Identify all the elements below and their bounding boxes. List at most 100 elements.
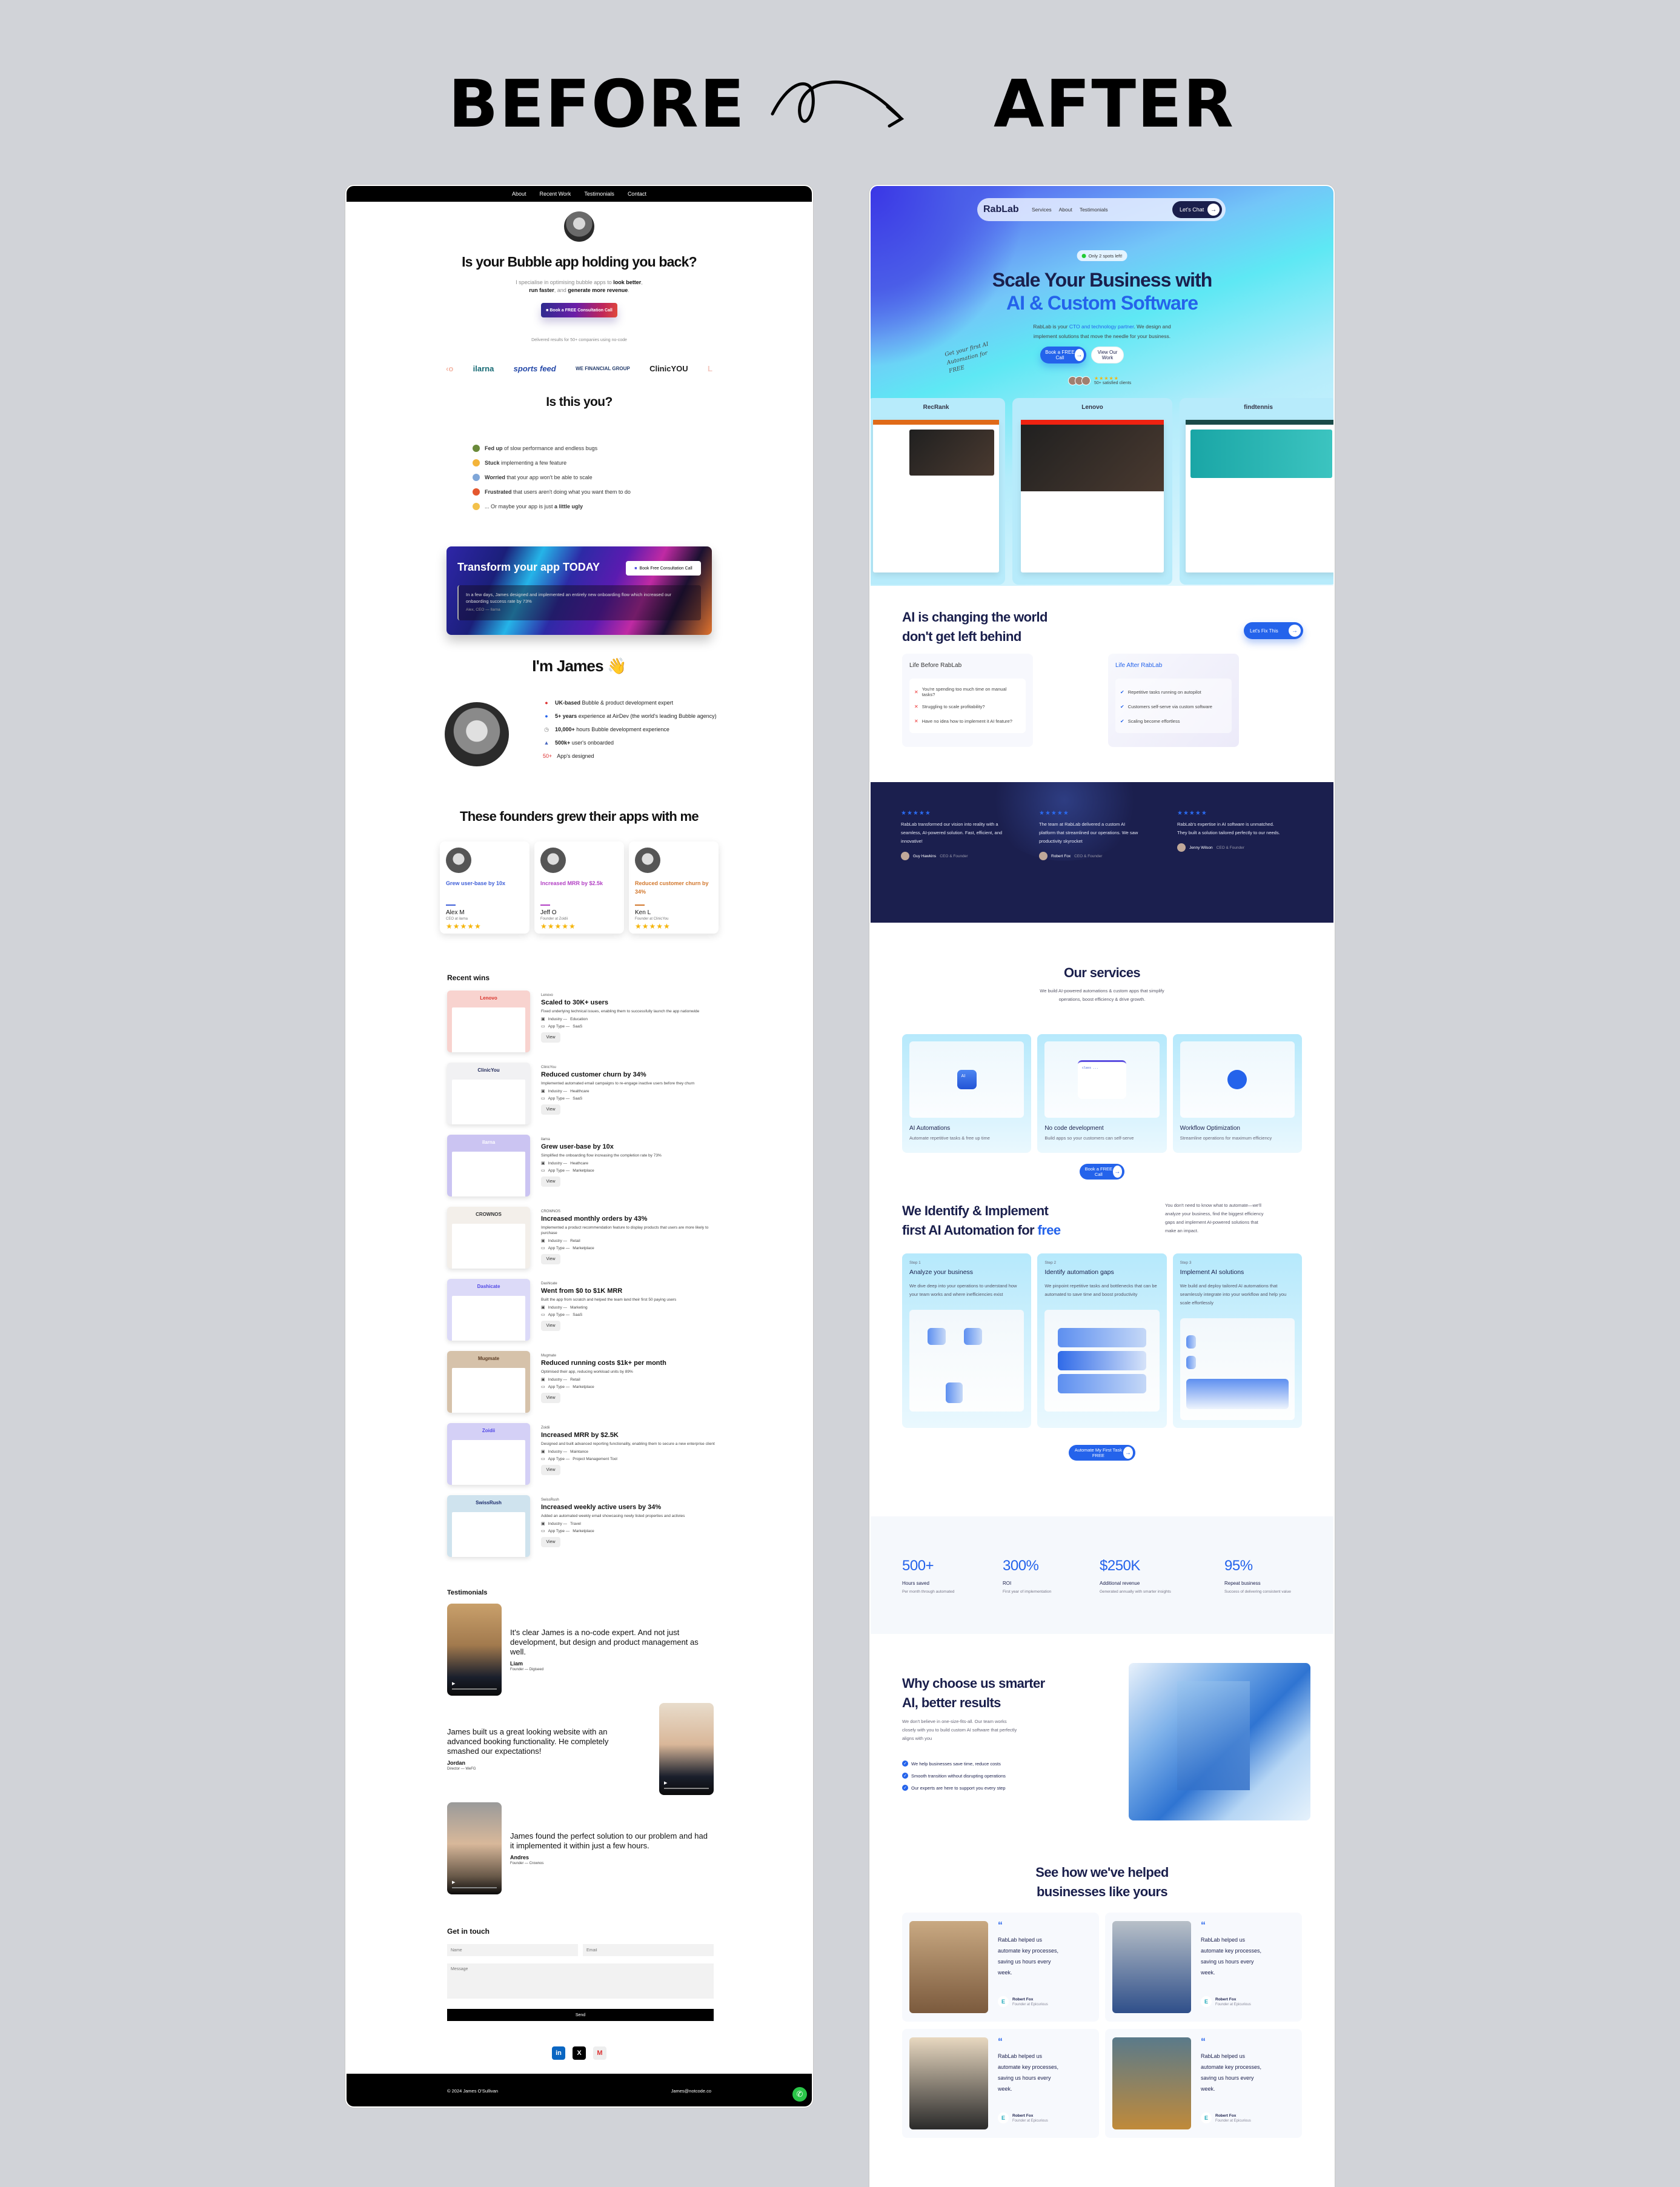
showcase-card: RecRank xyxy=(871,398,1005,585)
testimonial-quote: It's clear James is a no-code expert. An… xyxy=(510,1628,699,1656)
founder-cards: Grew user-base by 10x Alex M CEO at ilar… xyxy=(440,841,719,934)
video-progress-bar[interactable] xyxy=(452,1688,497,1690)
footer-email-link[interactable]: James@notcode.co xyxy=(671,2088,711,2094)
testimonial-role: Founder — Crownos xyxy=(510,1862,544,1865)
nav-recent-work[interactable]: Recent Work xyxy=(540,191,571,197)
founder-avatar xyxy=(635,848,660,873)
fact-item: ◷ 10,000+ hours Bubble development experi… xyxy=(543,723,717,736)
win-company: CROWNOS xyxy=(541,1210,560,1213)
pain-point: ✕ You're spending too much time on manual… xyxy=(914,686,1007,697)
handwritten-note: Get your first AI Automation for FREE xyxy=(944,341,989,375)
view-button[interactable]: View xyxy=(541,1104,560,1115)
nav-contact[interactable]: Contact xyxy=(628,191,646,197)
video-progress-bar[interactable] xyxy=(664,1788,709,1789)
linkedin-icon[interactable]: in xyxy=(552,2046,565,2060)
email-field[interactable] xyxy=(583,1944,714,1956)
view-our-work-button[interactable]: View Our Work xyxy=(1091,347,1124,363)
win-title: Went from $0 to $1K MRR xyxy=(541,1287,623,1295)
stat-item: 500+ Hours saved Per month through automat… xyxy=(902,1558,955,1594)
win-desc: Fixed underlying technical issues, enabl… xyxy=(541,1009,700,1014)
customer-name: Robert Fox xyxy=(1215,1997,1237,2002)
win-company: Mugmate xyxy=(541,1354,557,1358)
testimonial-video[interactable]: ▶ xyxy=(659,1703,714,1795)
book-free-call-button[interactable]: Book a FREE Call → xyxy=(1040,347,1086,363)
testimonial-video[interactable]: ▶ xyxy=(447,1604,502,1696)
waving-hand-icon: 👋 xyxy=(607,657,626,675)
video-progress-bar[interactable] xyxy=(452,1887,497,1888)
book-free-consultation-button[interactable]: ■ Book Free Consultation Call xyxy=(626,561,701,576)
testimonial-name: Liam xyxy=(510,1661,523,1667)
win-app-type: ▭ App Type — SaaS xyxy=(541,1312,583,1318)
win-title: Grew user-base by 10x xyxy=(541,1143,614,1150)
view-button[interactable]: View xyxy=(541,1393,560,1403)
nav-testimonials[interactable]: Testimonials xyxy=(584,191,614,197)
view-button[interactable]: View xyxy=(541,1537,560,1547)
automate-first-task-button[interactable]: Automate My First Task FREE → xyxy=(1069,1445,1135,1461)
briefcase-icon: ▣ xyxy=(541,1161,545,1166)
hero-title: Is your Bubble app holding you back? xyxy=(462,254,697,270)
why-point: ✓ Smooth transition without disrupting op… xyxy=(902,1770,1006,1782)
quote-icon: “ xyxy=(998,1920,1003,1931)
check-circle-icon: ✓ xyxy=(902,1785,908,1791)
send-button[interactable]: Send xyxy=(447,2009,714,2021)
name-field[interactable] xyxy=(447,1944,578,1956)
nav-about[interactable]: About xyxy=(512,191,526,197)
view-button[interactable]: View xyxy=(541,1176,560,1187)
book-consultation-button[interactable]: ■ Book a FREE Consultation Call xyxy=(541,303,617,317)
x-icon[interactable]: X xyxy=(573,2046,586,2060)
rating-stars: ★★★★★ xyxy=(446,922,482,931)
pain-item: Fed up of slow performance and endless b… xyxy=(473,441,739,456)
ai-changing-section: AI is changing the world don't get left b… xyxy=(871,586,1333,782)
showcase-card: findtennis xyxy=(1180,398,1333,585)
view-button[interactable]: View xyxy=(541,1254,560,1264)
nav-services[interactable]: Services xyxy=(1032,207,1052,213)
laptop-icon: ▭ xyxy=(541,1169,545,1173)
briefcase-icon: ▣ xyxy=(541,1017,545,1021)
recent-wins-list: Lenovo Lenovo Scaled to 30K+ users Fixed… xyxy=(447,991,812,1567)
testimonial-video[interactable]: ▶ xyxy=(447,1802,502,1894)
pain-item: Stuck implementing a few feature xyxy=(473,456,739,470)
x-icon: ✕ xyxy=(914,703,918,709)
client-logos: ‹o ilarna sports feed WE FINANCIAL GROUP… xyxy=(446,364,712,373)
stats-band: 500+ Hours saved Per month through automat… xyxy=(871,1516,1333,1634)
identify-section: We Identify & Implement first AI Automati… xyxy=(871,1177,1333,1516)
customer-role: Founder at Epicurious xyxy=(1215,2002,1251,2006)
play-icon[interactable]: ▶ xyxy=(452,1681,455,1686)
customer-role: Founder at Epicurious xyxy=(1012,2119,1048,2123)
lets-fix-this-button[interactable]: Let's Fix This → xyxy=(1244,622,1303,639)
airdev-icon: ● xyxy=(545,713,548,719)
win-title: Reduced running costs $1k+ per month xyxy=(541,1359,666,1367)
laptop-icon: ▭ xyxy=(541,1097,545,1101)
testimonial-quote: James found the perfect solution to our … xyxy=(510,1831,708,1850)
play-icon[interactable]: ▶ xyxy=(664,1780,667,1785)
life-after-title: Life After RabLab xyxy=(1115,662,1163,669)
fearful-face-icon xyxy=(473,474,480,481)
review-card: ★★★★★ RabLab transformed our vision into … xyxy=(901,810,1004,860)
win-company: Lenovo xyxy=(541,994,553,997)
laptop-icon: ▭ xyxy=(541,1246,545,1250)
why-title: Why choose us smarter AI, better results xyxy=(902,1676,1045,1710)
nav-about[interactable]: About xyxy=(1059,207,1072,213)
view-button[interactable]: View xyxy=(541,1032,560,1043)
logo-sports-feed: sports feed xyxy=(513,364,556,373)
divider xyxy=(540,904,550,906)
hero-section: RabLab Services About Testimonials Let's… xyxy=(871,186,1333,586)
nav-testimonials[interactable]: Testimonials xyxy=(1080,207,1108,213)
play-icon[interactable]: ▶ xyxy=(452,1880,455,1885)
testimonial-role: Director — WeFG xyxy=(447,1767,476,1771)
win-thumbnail: ilarna xyxy=(447,1135,530,1196)
gmail-icon[interactable]: M xyxy=(593,2046,606,2060)
view-button[interactable]: View xyxy=(541,1321,560,1331)
whatsapp-icon[interactable]: ✆ xyxy=(792,2087,807,2102)
lets-chat-button[interactable]: Let's Chat → xyxy=(1172,201,1222,218)
win-title: Reduced customer churn by 34% xyxy=(541,1071,646,1078)
check-circle-icon: ✔ xyxy=(1120,718,1124,724)
case-study-card: “ RabLab helped us automate key processe… xyxy=(902,2029,1099,2138)
message-field[interactable] xyxy=(447,1963,714,1999)
win-company: Zoidii xyxy=(541,1426,550,1430)
rablab-logo[interactable]: RabLab xyxy=(983,204,1032,215)
service-card: class ... No code development Build apps s… xyxy=(1037,1034,1167,1153)
customer-role: Founder at Epicurious xyxy=(1012,2002,1048,2006)
view-button[interactable]: View xyxy=(541,1465,560,1475)
video-camera-icon: ■ xyxy=(634,566,637,571)
